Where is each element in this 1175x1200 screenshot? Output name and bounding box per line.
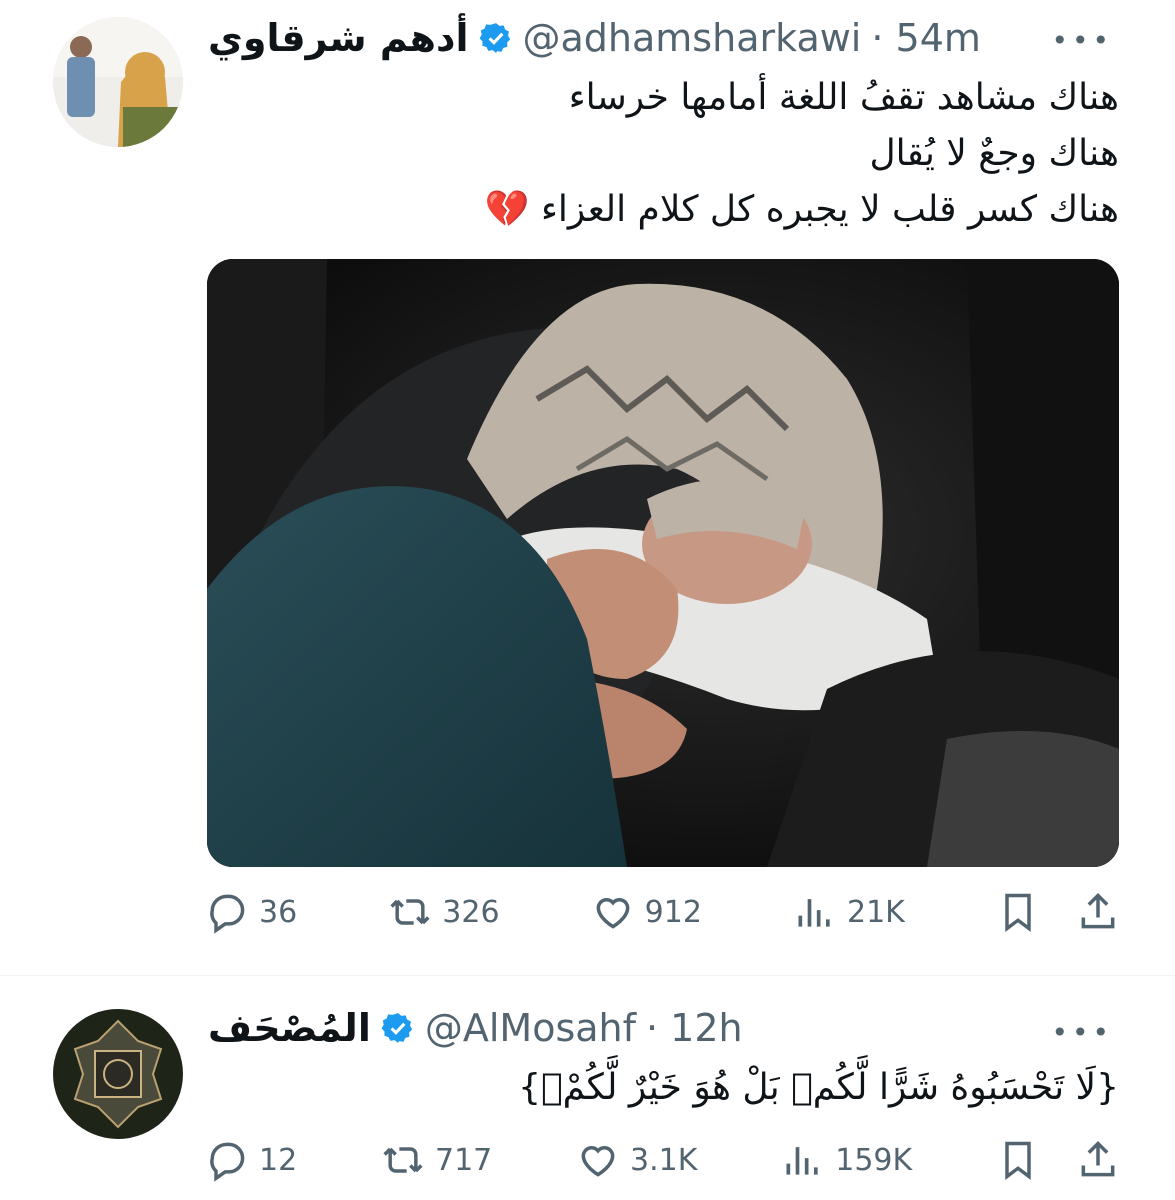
heart-icon (581, 1146, 615, 1177)
bookmark-icon[interactable] (996, 890, 1040, 934)
reply-icon (210, 1142, 245, 1182)
tweet-time[interactable]: · 54m (871, 16, 981, 60)
bookmark-share-group (996, 890, 1120, 934)
share-icon[interactable] (1076, 1138, 1120, 1182)
repost-count: 326 (442, 894, 500, 930)
views-button[interactable]: 21K (793, 890, 905, 934)
tweet-1[interactable]: أدهم شرقاوي @adhamsharkawi · 54m ••• هنا… (0, 0, 1175, 975)
tweet-time[interactable]: · 12h (646, 1006, 743, 1050)
author-handle[interactable]: @AlMosahf (425, 1006, 636, 1050)
mourning-photo (207, 259, 1119, 867)
tweet-1-header: أدهم شرقاوي @adhamsharkawi · 54m (208, 13, 981, 63)
views-count: 159K (835, 1142, 913, 1178)
tweet-2-text: {لَا تَحْسَبُوهُ شَرًّا لَّكُمۖ بَلْ هُو… (518, 1067, 1119, 1108)
tweet-2[interactable]: المُصْحَف @AlMosahf · 12h ••• {لَا تَحْس… (0, 976, 1175, 1200)
avatar-photo (53, 17, 183, 147)
reply-icon (210, 894, 245, 934)
repost-icon (390, 899, 430, 925)
reply-count: 12 (259, 1142, 298, 1178)
avatar-almosahf[interactable] (53, 1009, 183, 1139)
tweet-1-text: هناك مشاهد تقفُ اللغة أمامها خرساء هناك … (219, 70, 1119, 238)
more-icon[interactable]: ••• (1051, 24, 1113, 57)
author-name[interactable]: المُصْحَف (208, 1006, 371, 1050)
verified-badge-icon (381, 1013, 413, 1043)
tweet-2-actions: 12 717 3.1K 159K (205, 1138, 1120, 1182)
views-icon (786, 1147, 818, 1175)
like-button[interactable]: 3.1K (576, 1138, 697, 1182)
avatar-quran-cover (53, 1009, 183, 1139)
like-count: 3.1K (630, 1142, 698, 1178)
views-icon (798, 899, 830, 927)
repost-button[interactable]: 717 (381, 1138, 492, 1182)
views-button[interactable]: 159K (781, 1138, 912, 1182)
verified-badge-icon (479, 23, 510, 53)
reply-button[interactable]: 36 (205, 890, 297, 934)
like-count: 912 (644, 894, 702, 930)
reply-count: 36 (259, 894, 298, 930)
tweet-line-1: هناك مشاهد تقفُ اللغة أمامها خرساء (568, 77, 1119, 118)
bookmark-share-group (996, 1138, 1120, 1182)
repost-count: 717 (434, 1142, 493, 1178)
author-handle[interactable]: @adhamsharkawi (523, 16, 862, 60)
repost-icon (383, 1147, 423, 1173)
repost-button[interactable]: 326 (388, 890, 500, 934)
share-icon[interactable] (1076, 890, 1120, 934)
avatar-adhamsharkawi[interactable] (53, 17, 183, 147)
tweet-1-photo[interactable] (207, 259, 1119, 867)
heart-icon (596, 898, 630, 929)
tweet-1-actions: 36 326 912 21K (205, 890, 1120, 934)
reply-button[interactable]: 12 (205, 1138, 297, 1182)
tweet-line-3: هناك كسر قلب لا يجبره كل كلام العزاء 💔 (484, 189, 1119, 230)
more-icon[interactable]: ••• (1051, 1016, 1113, 1049)
views-count: 21K (847, 894, 905, 930)
author-name[interactable]: أدهم شرقاوي (208, 16, 469, 60)
tweet-line-2: هناك وجعٌ لا يُقال (869, 133, 1119, 174)
tweet-2-header: المُصْحَف @AlMosahf · 12h (208, 1003, 743, 1053)
bookmark-icon[interactable] (996, 1138, 1040, 1182)
like-button[interactable]: 912 (591, 890, 702, 934)
